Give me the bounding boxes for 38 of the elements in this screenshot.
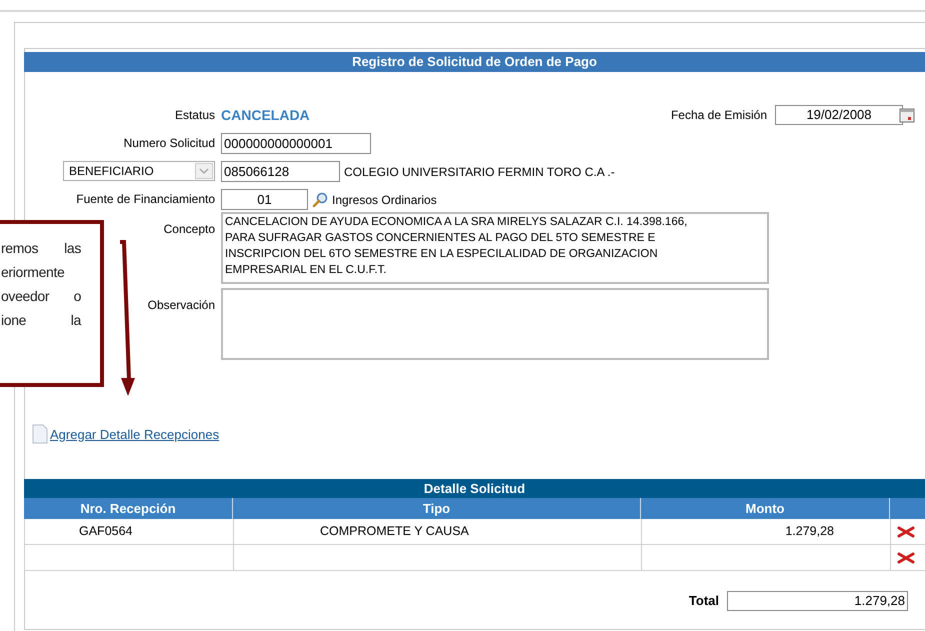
concept-textarea[interactable]: CANCELACION DE AYUDA ECONOMICA A LA SRA MIRELYS SALAZAR C.I. 14.398.166, PARA SUFRAGAR GASTOS CONCERNIENTES AL PAGO DEL 5TO SEMESTRE E INSCRIPCION DEL 6TO SEMESTRE EN LA ESPECILALIDAD DE ORGANIZACION EMPRESARIAL EN EL C.U.F.T.	[221, 212, 769, 284]
table-cell: COMPROMETE Y CAUSA	[320, 524, 469, 538]
add-detail-link[interactable]: Agregar Detalle Recepciones	[50, 424, 220, 444]
beneficiary-id-field[interactable]: 085066128	[221, 161, 340, 182]
callout-text: oveedor	[1, 287, 50, 306]
calendar-icon[interactable]	[899, 107, 915, 123]
type-dropdown[interactable]: BENEFICIARIO	[63, 161, 215, 181]
funding-name: Ingresos Ordinarios	[332, 192, 437, 208]
delete-icon[interactable]	[897, 526, 915, 538]
callout-text: ione	[1, 311, 26, 330]
total-label: Total	[688, 592, 719, 610]
callout-text: las	[64, 239, 81, 258]
delete-icon[interactable]	[897, 552, 915, 564]
callout-text: la	[70, 311, 81, 330]
field-label: Fecha de Emisión	[670, 107, 767, 124]
form-title-bar: Registro de Solicitud de Orden de Pago	[24, 52, 925, 72]
callout-text: o	[74, 287, 81, 306]
field-label: Numero Solicitud	[124, 135, 215, 152]
beneficiary-name: COLEGIO UNIVERSITARIO FERMIN TORO C.A .-	[344, 164, 615, 180]
search-icon[interactable]	[312, 192, 328, 208]
total-field: 1.279,28	[727, 591, 908, 611]
field-label: Concepto	[164, 221, 215, 238]
table-title-bar: Detalle Solicitud	[24, 479, 925, 498]
callout-text: remos	[1, 239, 38, 258]
field-label: Estatus	[174, 107, 215, 124]
status-value: CANCELADA	[221, 107, 310, 123]
table-cell: GAF0564	[79, 524, 133, 538]
field-label: Observación	[148, 297, 215, 314]
column-header: Nro. Recepción	[24, 498, 233, 519]
column-header: Tipo	[233, 498, 641, 519]
document-icon	[32, 424, 48, 444]
request-number-field[interactable]: 000000000000001	[221, 133, 371, 154]
date-field[interactable]: 19/02/2008	[775, 105, 903, 125]
field-label: Fuente de Financiamiento	[76, 191, 215, 208]
table-cell: 1.279,28	[785, 524, 834, 538]
column-header: Monto	[641, 498, 890, 519]
funding-code-field[interactable]: 01	[221, 189, 308, 210]
callout-text: eriormente	[1, 263, 64, 282]
